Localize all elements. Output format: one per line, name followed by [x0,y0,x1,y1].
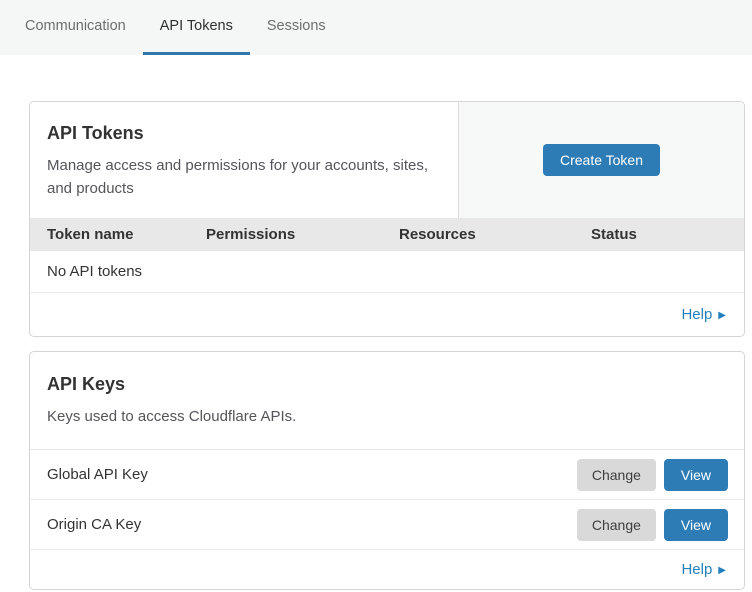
api-keys-help-link[interactable]: Help ▶ [681,561,726,578]
api-key-row-global: Global API Key Change View [30,449,744,499]
api-tokens-title: API Tokens [47,123,438,144]
main-content: API Tokens Manage access and permissions… [0,55,752,590]
api-tokens-card-header-text: API Tokens Manage access and permissions… [30,102,459,218]
create-token-button[interactable]: Create Token [543,144,660,176]
api-tokens-card: API Tokens Manage access and permissions… [29,101,745,337]
profile-tabbar: Communication API Tokens Sessions [0,0,752,55]
help-link-label: Help [681,306,712,323]
column-header-status: Status [591,226,744,243]
api-key-name: Global API Key [47,466,577,483]
api-keys-card: API Keys Keys used to access Cloudflare … [29,351,745,590]
api-key-name: Origin CA Key [47,516,577,533]
tokens-table-header: Token name Permissions Resources Status [30,218,744,251]
column-header-permissions: Permissions [206,226,399,243]
tab-api-tokens[interactable]: API Tokens [143,0,250,55]
api-tokens-card-footer: Help ▶ [30,293,744,336]
tokens-empty-state: No API tokens [30,251,744,293]
view-origin-ca-key-button[interactable]: View [664,509,728,541]
tab-sessions[interactable]: Sessions [250,0,343,55]
api-keys-description: Keys used to access Cloudflare APIs. [47,405,726,428]
change-global-api-key-button[interactable]: Change [577,459,656,491]
help-link-label: Help [681,561,712,578]
api-key-actions: Change View [577,459,728,491]
column-header-token-name: Token name [30,226,206,243]
api-key-row-origin-ca: Origin CA Key Change View [30,499,744,549]
help-arrow-icon: ▶ [718,310,726,321]
api-tokens-help-link[interactable]: Help ▶ [681,306,726,323]
tab-communication[interactable]: Communication [8,0,143,55]
api-tokens-description: Manage access and permissions for your a… [47,154,438,201]
api-key-actions: Change View [577,509,728,541]
api-keys-title: API Keys [47,374,726,395]
api-keys-card-footer: Help ▶ [30,549,744,589]
api-keys-card-header: API Keys Keys used to access Cloudflare … [30,352,744,449]
view-global-api-key-button[interactable]: View [664,459,728,491]
help-arrow-icon: ▶ [718,565,726,576]
api-tokens-card-header: API Tokens Manage access and permissions… [30,102,744,218]
api-tokens-card-header-actions: Create Token [459,102,744,218]
column-header-resources: Resources [399,226,591,243]
change-origin-ca-key-button[interactable]: Change [577,509,656,541]
